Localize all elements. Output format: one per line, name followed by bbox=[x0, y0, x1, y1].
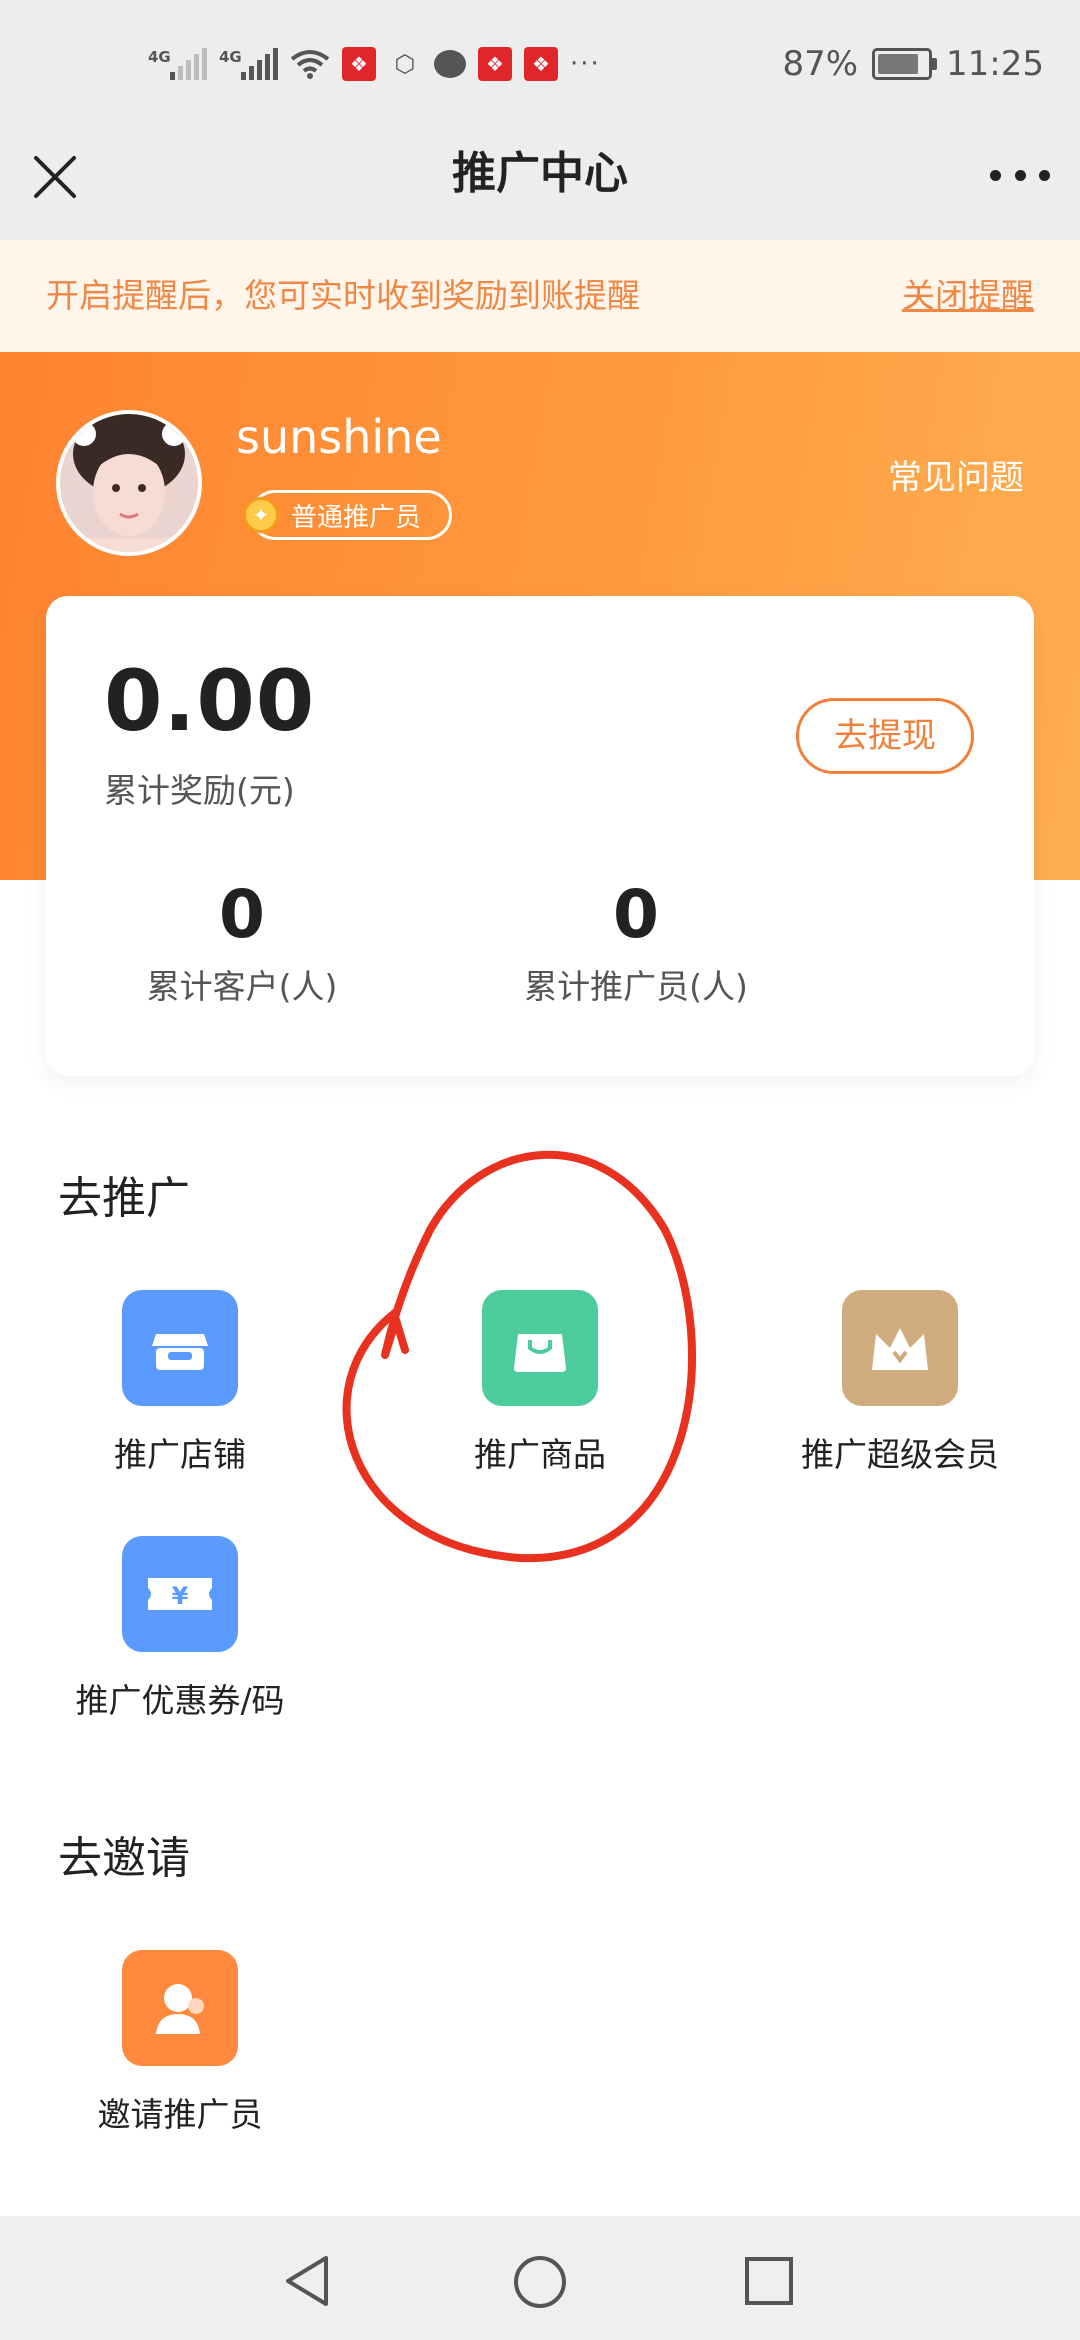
battery-percent: 87% bbox=[782, 44, 859, 84]
navigation-bar: 推广中心 bbox=[0, 130, 1080, 240]
promote-product-tile[interactable]: 推广商品 bbox=[410, 1290, 670, 1476]
promote-section-title: 去推广 bbox=[58, 1173, 190, 1224]
avatar[interactable] bbox=[56, 410, 202, 556]
app-notification-icon: ❖ bbox=[478, 47, 512, 81]
promoters-value: 0 bbox=[613, 876, 659, 953]
tile-label: 推广优惠券/码 bbox=[75, 1681, 285, 1720]
promote-coupon-tile[interactable]: ¥ 推广优惠券/码 bbox=[50, 1536, 310, 1722]
app-notification-icon: ❖ bbox=[524, 47, 558, 81]
clock: 11:25 bbox=[946, 44, 1044, 84]
home-icon[interactable] bbox=[512, 2254, 568, 2310]
status-icons: 4G 4G ❖ ⬡ ❖ ❖ ··· bbox=[148, 44, 601, 84]
crown-icon bbox=[842, 1290, 958, 1406]
status-right: 87% 11:25 bbox=[782, 44, 1044, 84]
promoters-label: 累计推广员(人) bbox=[524, 967, 748, 1006]
customers-label: 累计客户(人) bbox=[146, 967, 338, 1006]
battery-icon bbox=[872, 48, 938, 80]
close-reminder-link[interactable]: 关闭提醒 bbox=[902, 240, 1034, 352]
page-title: 推广中心 bbox=[452, 148, 628, 199]
promote-store-tile[interactable]: 推广店铺 bbox=[50, 1290, 310, 1476]
withdraw-button[interactable]: 去提现 bbox=[796, 698, 974, 774]
username: sunshine bbox=[236, 410, 442, 464]
recents-icon[interactable] bbox=[744, 2256, 794, 2306]
network-type: 4G bbox=[148, 48, 171, 66]
stats-card: 0.00 累计奖励(元) 去提现 0 累计客户(人) 0 累计推广员(人) bbox=[46, 596, 1034, 1076]
tile-label: 推广商品 bbox=[474, 1435, 606, 1474]
signal-icon: 4G bbox=[148, 48, 207, 80]
medal-icon: ✦ bbox=[243, 497, 279, 533]
customers-stat[interactable]: 0 累计客户(人) bbox=[122, 880, 362, 1008]
faq-link[interactable]: 常见问题 bbox=[888, 450, 1024, 499]
back-icon[interactable] bbox=[282, 2254, 332, 2308]
total-reward-label: 累计奖励(元) bbox=[104, 771, 295, 810]
store-icon bbox=[122, 1290, 238, 1406]
app-notification-icon: ❖ bbox=[342, 47, 376, 81]
customers-value: 0 bbox=[219, 876, 265, 953]
tile-label: 推广超级会员 bbox=[801, 1435, 999, 1474]
level-label: 普通推广员 bbox=[291, 502, 422, 533]
invite-section-title: 去邀请 bbox=[58, 1833, 190, 1884]
chat-icon bbox=[434, 50, 466, 78]
wifi-icon bbox=[290, 50, 330, 79]
signal-icon: 4G bbox=[219, 48, 278, 80]
tile-label: 邀请推广员 bbox=[97, 2095, 263, 2134]
coupon-icon: ¥ bbox=[122, 1536, 238, 1652]
reminder-banner: 开启提醒后，您可实时收到奖励到账提醒 关闭提醒 bbox=[0, 240, 1080, 352]
promoters-stat[interactable]: 0 累计推广员(人) bbox=[486, 880, 786, 1008]
total-reward-value: 0.00 bbox=[104, 652, 316, 750]
status-bar: 4G 4G ❖ ⬡ ❖ ❖ ··· 87% 11:25 bbox=[0, 0, 1080, 130]
avatar-image bbox=[60, 414, 198, 552]
shopping-bag-icon bbox=[482, 1290, 598, 1406]
more-notifications-icon: ··· bbox=[570, 49, 601, 79]
tile-label: 推广店铺 bbox=[114, 1435, 246, 1474]
reminder-text: 开启提醒后，您可实时收到奖励到账提醒 bbox=[46, 276, 640, 315]
network-type: 4G bbox=[219, 48, 242, 66]
system-navigation-bar bbox=[0, 2216, 1080, 2340]
more-icon[interactable] bbox=[990, 160, 1050, 190]
invite-promoter-tile[interactable]: 邀请推广员 bbox=[50, 1950, 310, 2136]
promote-super-member-tile[interactable]: 推广超级会员 bbox=[770, 1290, 1030, 1476]
svg-text:¥: ¥ bbox=[172, 1582, 189, 1610]
invite-user-icon bbox=[122, 1950, 238, 2066]
hand-icon: ⬡ bbox=[394, 50, 416, 78]
level-badge: ✦ 普通推广员 bbox=[243, 490, 453, 540]
